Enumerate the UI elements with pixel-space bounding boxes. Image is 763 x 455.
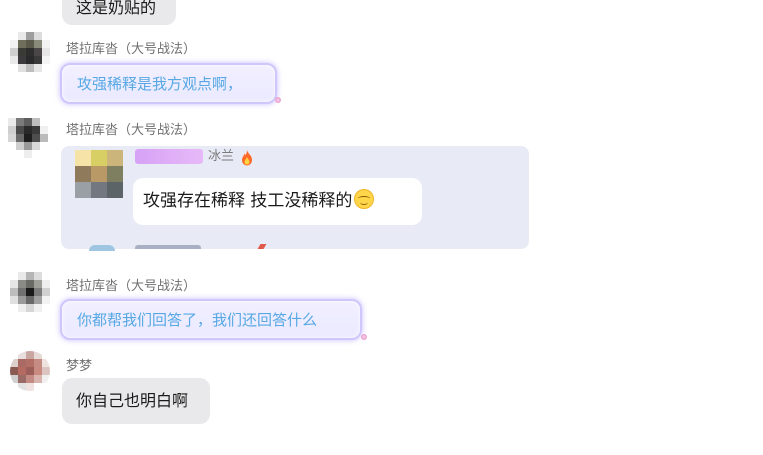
avatar[interactable] [10,351,50,391]
avatar[interactable] [8,118,48,158]
fire-icon [242,150,252,166]
theme-decoration-icon [361,334,367,340]
quoted-avatar[interactable] [75,150,123,198]
message-text: 攻强稀释是我方观点啊， [77,75,243,93]
sender-name[interactable]: 塔拉库沓（大号战法） [66,123,196,139]
theme-decoration-icon [275,97,281,103]
avatar[interactable] [10,32,50,72]
message-bubble[interactable]: 这是奶贴的 [62,0,176,25]
reply-card[interactable]: 冰兰 攻强存在稀释 技工没稀释的 [61,146,529,251]
quoted-name-tag [135,149,203,164]
message-text: 你自己也明白啊 [76,391,189,410]
sender-name[interactable]: 梦梦 [66,359,92,375]
sender-name[interactable]: 塔拉库沓（大号战法） [66,42,196,58]
message-bubble[interactable]: 你都帮我们回答了，我们还回答什么 [60,299,362,340]
smiling-face-icon [354,189,375,209]
message-text: 这是奶贴的 [76,0,157,17]
partial-icon [257,244,267,249]
message-bubble[interactable]: 你自己也明白啊 [62,378,210,424]
partial-tag [135,245,201,249]
message-text: 你都帮我们回答了，我们还回答什么 [77,311,318,329]
message-bubble[interactable]: 攻强稀释是我方观点啊， [60,63,277,104]
quoted-message-text: 攻强存在稀释 技工没稀释的 [143,191,353,211]
quoted-message-bubble[interactable]: 攻强存在稀释 技工没稀释的 [133,178,422,225]
avatar[interactable] [10,272,50,312]
sender-name[interactable]: 塔拉库沓（大号战法） [66,279,196,295]
quoted-author[interactable]: 冰兰 [208,149,234,165]
partial-avatar [89,245,115,251]
